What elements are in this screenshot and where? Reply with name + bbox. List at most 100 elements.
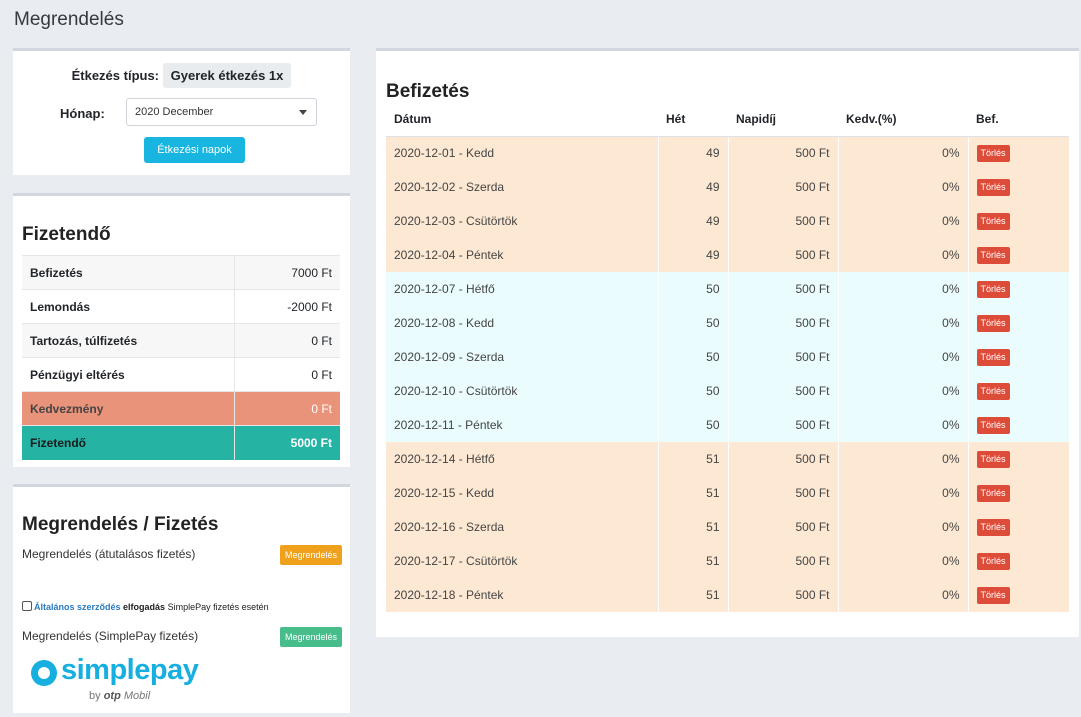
cell-fee: 500 Ft: [727, 136, 838, 170]
table-row: 2020-12-17 - Csütörtök 51 500 Ft 0% Törlés: [386, 544, 1069, 578]
cell-discount: 0%: [837, 476, 968, 510]
cell-discount: 0%: [837, 306, 968, 340]
cell-discount: 0%: [837, 374, 968, 408]
meal-days-button[interactable]: Étkezési napok: [144, 137, 245, 163]
summary-row-debt: Tartozás, túlfizetés 0 Ft: [22, 323, 340, 358]
table-row: 2020-12-02 - Szerda 49 500 Ft 0% Törlés: [386, 170, 1069, 204]
cell-action: Törlés: [967, 544, 1069, 578]
simplepay-logo-icon: [31, 660, 57, 686]
delete-button[interactable]: Törlés: [976, 212, 1010, 230]
cell-fee: 500 Ft: [727, 238, 838, 272]
cell-week: 49: [657, 170, 728, 204]
delete-button[interactable]: Törlés: [976, 416, 1010, 434]
cell-week: 51: [657, 544, 728, 578]
summary-value: 0 Ft: [234, 323, 340, 358]
summary-value: -2000 Ft: [234, 289, 340, 324]
cell-fee: 500 Ft: [727, 442, 838, 476]
summary-row-discount: Kedvezmény 0 Ft: [22, 391, 340, 426]
cell-discount: 0%: [837, 442, 968, 476]
summary-row-total: Fizetendő 5000 Ft: [22, 425, 340, 460]
cell-date: 2020-12-04 - Péntek: [386, 238, 658, 272]
cell-week: 51: [657, 476, 728, 510]
cell-action: Törlés: [967, 204, 1069, 238]
summary-row-payment: Befizetés 7000 Ft: [22, 255, 340, 290]
terms-checkbox[interactable]: [22, 601, 32, 611]
delete-button[interactable]: Törlés: [976, 280, 1010, 298]
summary-label: Fizetendő: [22, 425, 235, 460]
delete-button[interactable]: Törlés: [976, 518, 1010, 536]
payments-panel: Befizetés Dátum Hét Napidíj Kedv.(%) Bef…: [376, 48, 1079, 637]
table-row: 2020-12-09 - Szerda 50 500 Ft 0% Törlés: [386, 340, 1069, 374]
cell-discount: 0%: [837, 340, 968, 374]
month-select[interactable]: 2020 December: [126, 98, 317, 126]
meal-type-label: Étkezés típus:: [71, 68, 160, 83]
transfer-order-button[interactable]: Megrendelés: [279, 545, 342, 565]
order-payment-panel: Megrendelés / Fizetés Megrendelés (átuta…: [13, 484, 350, 713]
payments-table: Dátum Hét Napidíj Kedv.(%) Bef. 2020-12-…: [386, 102, 1069, 612]
table-row: 2020-12-18 - Péntek 51 500 Ft 0% Törlés: [386, 578, 1069, 612]
page-title: Megrendelés: [14, 9, 124, 30]
delete-button[interactable]: Törlés: [976, 552, 1010, 570]
terms-row: Általános szerződés elfogadás SimplePay …: [22, 601, 269, 612]
delete-button[interactable]: Törlés: [976, 382, 1010, 400]
cell-fee: 500 Ft: [727, 340, 838, 374]
cell-action: Törlés: [967, 306, 1069, 340]
amount-due-panel: Fizetendő Befizetés 7000 Ft Lemondás -2000…: [13, 193, 350, 467]
cell-discount: 0%: [837, 578, 968, 612]
column-header-week: Hét: [658, 102, 728, 137]
cell-action: Törlés: [967, 136, 1069, 170]
summary-label: Lemondás: [22, 289, 235, 324]
cell-action: Törlés: [967, 340, 1069, 374]
cell-date: 2020-12-02 - Szerda: [386, 170, 658, 204]
summary-label: Tartozás, túlfizetés: [22, 323, 235, 358]
cell-action: Törlés: [967, 442, 1069, 476]
delete-button[interactable]: Törlés: [976, 450, 1010, 468]
cell-week: 50: [657, 272, 728, 306]
cell-fee: 500 Ft: [727, 272, 838, 306]
cell-fee: 500 Ft: [727, 204, 838, 238]
cell-action: Törlés: [967, 170, 1069, 204]
cell-date: 2020-12-10 - Csütörtök: [386, 374, 658, 408]
cell-date: 2020-12-11 - Péntek: [386, 408, 658, 442]
delete-button[interactable]: Törlés: [976, 246, 1010, 264]
table-row: 2020-12-10 - Csütörtök 50 500 Ft 0% Törlés: [386, 374, 1069, 408]
table-row: 2020-12-04 - Péntek 49 500 Ft 0% Törlés: [386, 238, 1069, 272]
cell-discount: 0%: [837, 204, 968, 238]
summary-label: Pénzügyi eltérés: [22, 357, 235, 392]
cell-fee: 500 Ft: [727, 170, 838, 204]
delete-button[interactable]: Törlés: [976, 586, 1010, 604]
delete-button[interactable]: Törlés: [976, 484, 1010, 502]
delete-button[interactable]: Törlés: [976, 314, 1010, 332]
column-header-paid: Bef.: [968, 102, 1069, 137]
cell-date: 2020-12-14 - Hétfő: [386, 442, 658, 476]
cell-date: 2020-12-07 - Hétfő: [386, 272, 658, 306]
summary-value: 0 Ft: [234, 357, 340, 392]
delete-button[interactable]: Törlés: [976, 144, 1010, 162]
cell-action: Törlés: [967, 578, 1069, 612]
simplepay-order-button[interactable]: Megrendelés: [279, 627, 342, 647]
cell-discount: 0%: [837, 272, 968, 306]
cell-fee: 500 Ft: [727, 578, 838, 612]
cell-discount: 0%: [837, 170, 968, 204]
table-row: 2020-12-08 - Kedd 50 500 Ft 0% Törlés: [386, 306, 1069, 340]
cell-week: 50: [657, 408, 728, 442]
delete-button[interactable]: Törlés: [976, 348, 1010, 366]
cell-fee: 500 Ft: [727, 510, 838, 544]
summary-value: 7000 Ft: [234, 255, 340, 290]
cell-action: Törlés: [967, 374, 1069, 408]
amount-due-table: Befizetés 7000 Ft Lemondás -2000 Ft Tartoz…: [22, 255, 340, 460]
table-row: 2020-12-01 - Kedd 49 500 Ft 0% Törlés: [386, 136, 1069, 170]
amount-due-title: Fizetendő: [22, 224, 111, 245]
cell-week: 49: [657, 238, 728, 272]
cell-date: 2020-12-15 - Kedd: [386, 476, 658, 510]
cell-discount: 0%: [837, 136, 968, 170]
cell-date: 2020-12-08 - Kedd: [386, 306, 658, 340]
terms-link[interactable]: Általános szerződés: [34, 602, 121, 612]
cell-fee: 500 Ft: [727, 374, 838, 408]
cell-week: 51: [657, 442, 728, 476]
otp-mobil-text: by otp Mobil: [89, 690, 151, 702]
order-payment-title: Megrendelés / Fizetés: [22, 514, 219, 535]
cell-action: Törlés: [967, 238, 1069, 272]
chevron-down-icon: [299, 110, 307, 115]
delete-button[interactable]: Törlés: [976, 178, 1010, 196]
